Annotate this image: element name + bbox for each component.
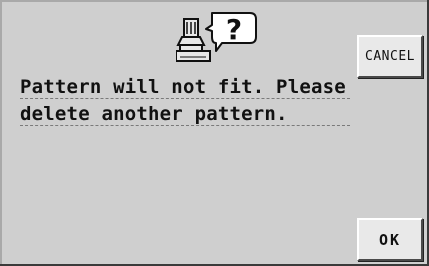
lcd-screen: ? Pattern will not fit. Please delete an…: [0, 0, 429, 266]
cancel-button[interactable]: CANCEL: [357, 35, 423, 78]
error-message: Pattern will not fit. Please delete anot…: [20, 76, 350, 130]
message-line: delete another pattern.: [20, 103, 350, 126]
machine-question-icon: ?: [175, 5, 262, 67]
ok-button[interactable]: OK: [357, 218, 423, 261]
dialog-frame: ? Pattern will not fit. Please delete an…: [0, 0, 427, 264]
svg-text:?: ?: [226, 13, 242, 46]
message-line: Pattern will not fit. Please: [20, 76, 350, 99]
message-dialog: ? Pattern will not fit. Please delete an…: [0, 0, 429, 266]
